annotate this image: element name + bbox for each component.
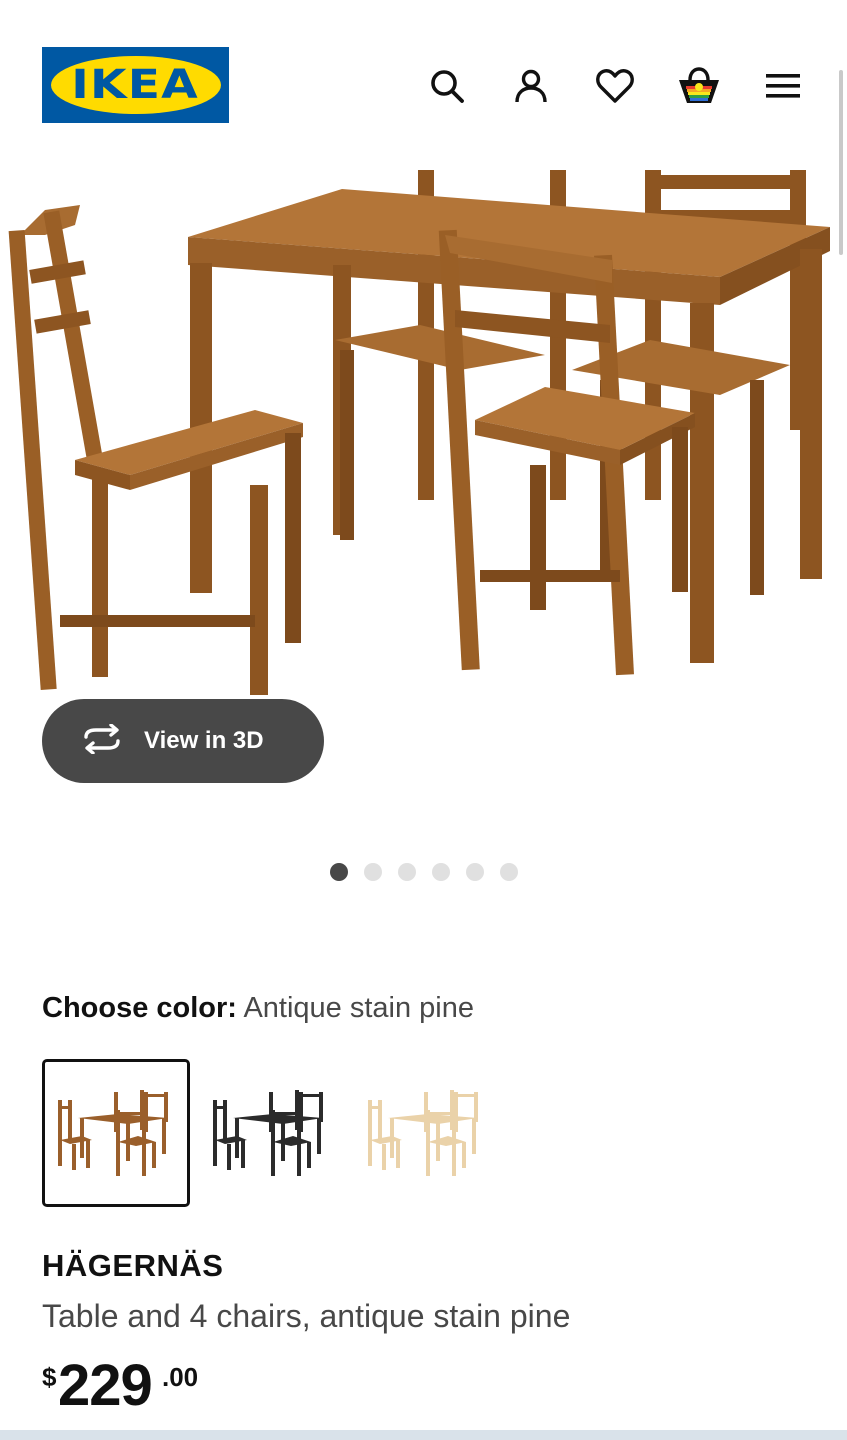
price-currency: $ — [42, 1362, 57, 1392]
product-description: Table and 4 chairs, antique stain pine — [42, 1298, 571, 1334]
rotate-3d-icon — [80, 722, 124, 759]
swatch-black[interactable] — [197, 1059, 345, 1207]
pagination-dot[interactable] — [432, 863, 450, 881]
product-image[interactable] — [0, 165, 847, 705]
swatch-natural-pine[interactable] — [352, 1059, 500, 1207]
price-integer: 229 — [58, 1353, 153, 1418]
logo-oval: IKEA — [50, 56, 221, 114]
logo-text: IKEA — [71, 62, 200, 108]
heart-icon[interactable] — [591, 62, 639, 110]
view-in-3d-label: View in 3D — [144, 727, 264, 754]
product-name: HÄGERNÄS — [42, 1248, 224, 1283]
view-in-3d-button[interactable]: View in 3D — [42, 699, 324, 783]
pagination-dot[interactable] — [466, 863, 484, 881]
bottom-bar — [0, 1430, 847, 1440]
color-selection: Choose color: Antique stain pine — [42, 992, 474, 1025]
pagination-dot[interactable] — [500, 863, 518, 881]
menu-icon[interactable] — [759, 62, 807, 110]
swatch-antique-stain-pine[interactable] — [42, 1059, 190, 1207]
search-icon[interactable] — [423, 62, 471, 110]
pagination-dot[interactable] — [364, 863, 382, 881]
pagination-dot[interactable] — [330, 863, 348, 881]
account-icon[interactable] — [507, 62, 555, 110]
choose-color-label: Choose color: — [42, 992, 237, 1024]
selected-color-value: Antique stain pine — [243, 992, 474, 1024]
site-header: IKEA — [0, 0, 847, 160]
cart-icon[interactable] — [675, 62, 723, 110]
price-decimal: .00 — [162, 1362, 199, 1392]
ikea-logo[interactable]: IKEA — [42, 47, 229, 123]
gallery-pagination — [330, 863, 518, 881]
pagination-dot[interactable] — [398, 863, 416, 881]
